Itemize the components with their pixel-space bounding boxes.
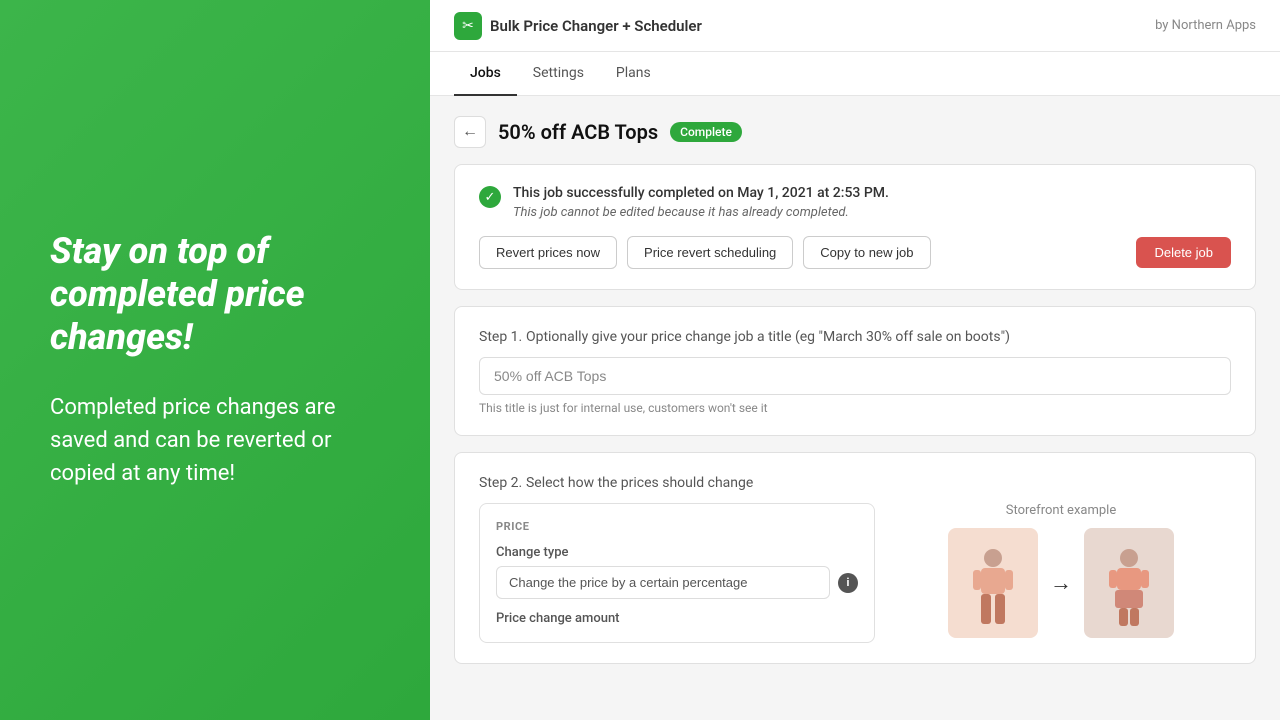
main-content: ← 50% off ACB Tops Complete ✓ This job s… <box>430 96 1280 720</box>
headline: Stay on top of completed price changes! <box>50 230 380 360</box>
arrow-icon: → <box>1038 570 1084 596</box>
model-after-svg <box>1099 548 1159 638</box>
price-revert-scheduling-button[interactable]: Price revert scheduling <box>627 236 793 269</box>
page-header: ← 50% off ACB Tops Complete <box>454 116 1256 148</box>
success-banner: ✓ This job successfully completed on May… <box>479 185 1231 220</box>
change-type-label: Change type <box>496 545 858 560</box>
delete-job-button[interactable]: Delete job <box>1136 237 1231 268</box>
input-hint: This title is just for internal use, cus… <box>479 401 1231 415</box>
app-title: Bulk Price Changer + Scheduler <box>490 17 702 35</box>
status-card: ✓ This job successfully completed on May… <box>454 164 1256 290</box>
revert-prices-now-button[interactable]: Revert prices now <box>479 236 617 269</box>
left-panel: Stay on top of completed price changes! … <box>0 0 430 720</box>
price-section-label: PRICE <box>496 520 858 533</box>
step1-label: Step 1. Optionally give your price chang… <box>479 327 1231 345</box>
copy-to-new-job-button[interactable]: Copy to new job <box>803 236 930 269</box>
right-panel: ✂ Bulk Price Changer + Scheduler by Nort… <box>430 0 1280 720</box>
step2-card: Step 2. Select how the prices should cha… <box>454 452 1256 664</box>
storefront-label: Storefront example <box>891 503 1231 518</box>
edit-note: This job cannot be edited because it has… <box>513 205 889 220</box>
change-type-select[interactable]: Change the price by a certain percentage <box>496 566 830 599</box>
status-badge: Complete <box>670 122 742 142</box>
action-buttons-left: Revert prices now Price revert schedulin… <box>479 236 931 269</box>
success-text-block: This job successfully completed on May 1… <box>513 185 889 220</box>
app-logo-icon: ✂ <box>454 12 482 40</box>
app-by-label: by Northern Apps <box>1155 18 1256 33</box>
body-text: Completed price changes are saved and ca… <box>50 391 380 490</box>
action-buttons: Revert prices now Price revert schedulin… <box>479 236 1231 269</box>
price-change-amount-label: Price change amount <box>496 611 858 626</box>
product-after <box>1084 528 1174 638</box>
step1-card: Step 1. Optionally give your price chang… <box>454 306 1256 436</box>
storefront-panel: Storefront example <box>891 503 1231 643</box>
info-icon[interactable]: i <box>838 573 858 593</box>
select-wrapper: Change the price by a certain percentage… <box>496 566 858 599</box>
price-panel: PRICE Change type Change the price by a … <box>479 503 875 643</box>
nav-tabs: Jobs Settings Plans <box>430 52 1280 96</box>
app-header: ✂ Bulk Price Changer + Scheduler by Nort… <box>430 0 1280 52</box>
app-header-left: ✂ Bulk Price Changer + Scheduler <box>454 12 702 40</box>
tab-plans[interactable]: Plans <box>600 52 667 96</box>
back-button[interactable]: ← <box>454 116 486 148</box>
step2-grid: PRICE Change type Change the price by a … <box>479 503 1231 643</box>
tab-settings[interactable]: Settings <box>517 52 600 96</box>
model-before-svg <box>963 548 1023 638</box>
success-message: This job successfully completed on May 1… <box>513 185 889 201</box>
success-icon: ✓ <box>479 186 501 208</box>
tab-jobs[interactable]: Jobs <box>454 52 517 96</box>
page-title: 50% off ACB Tops <box>498 120 658 144</box>
step2-label: Step 2. Select how the prices should cha… <box>479 473 1231 491</box>
product-before <box>948 528 1038 638</box>
storefront-images: → <box>891 528 1231 638</box>
job-title-input[interactable] <box>479 357 1231 395</box>
